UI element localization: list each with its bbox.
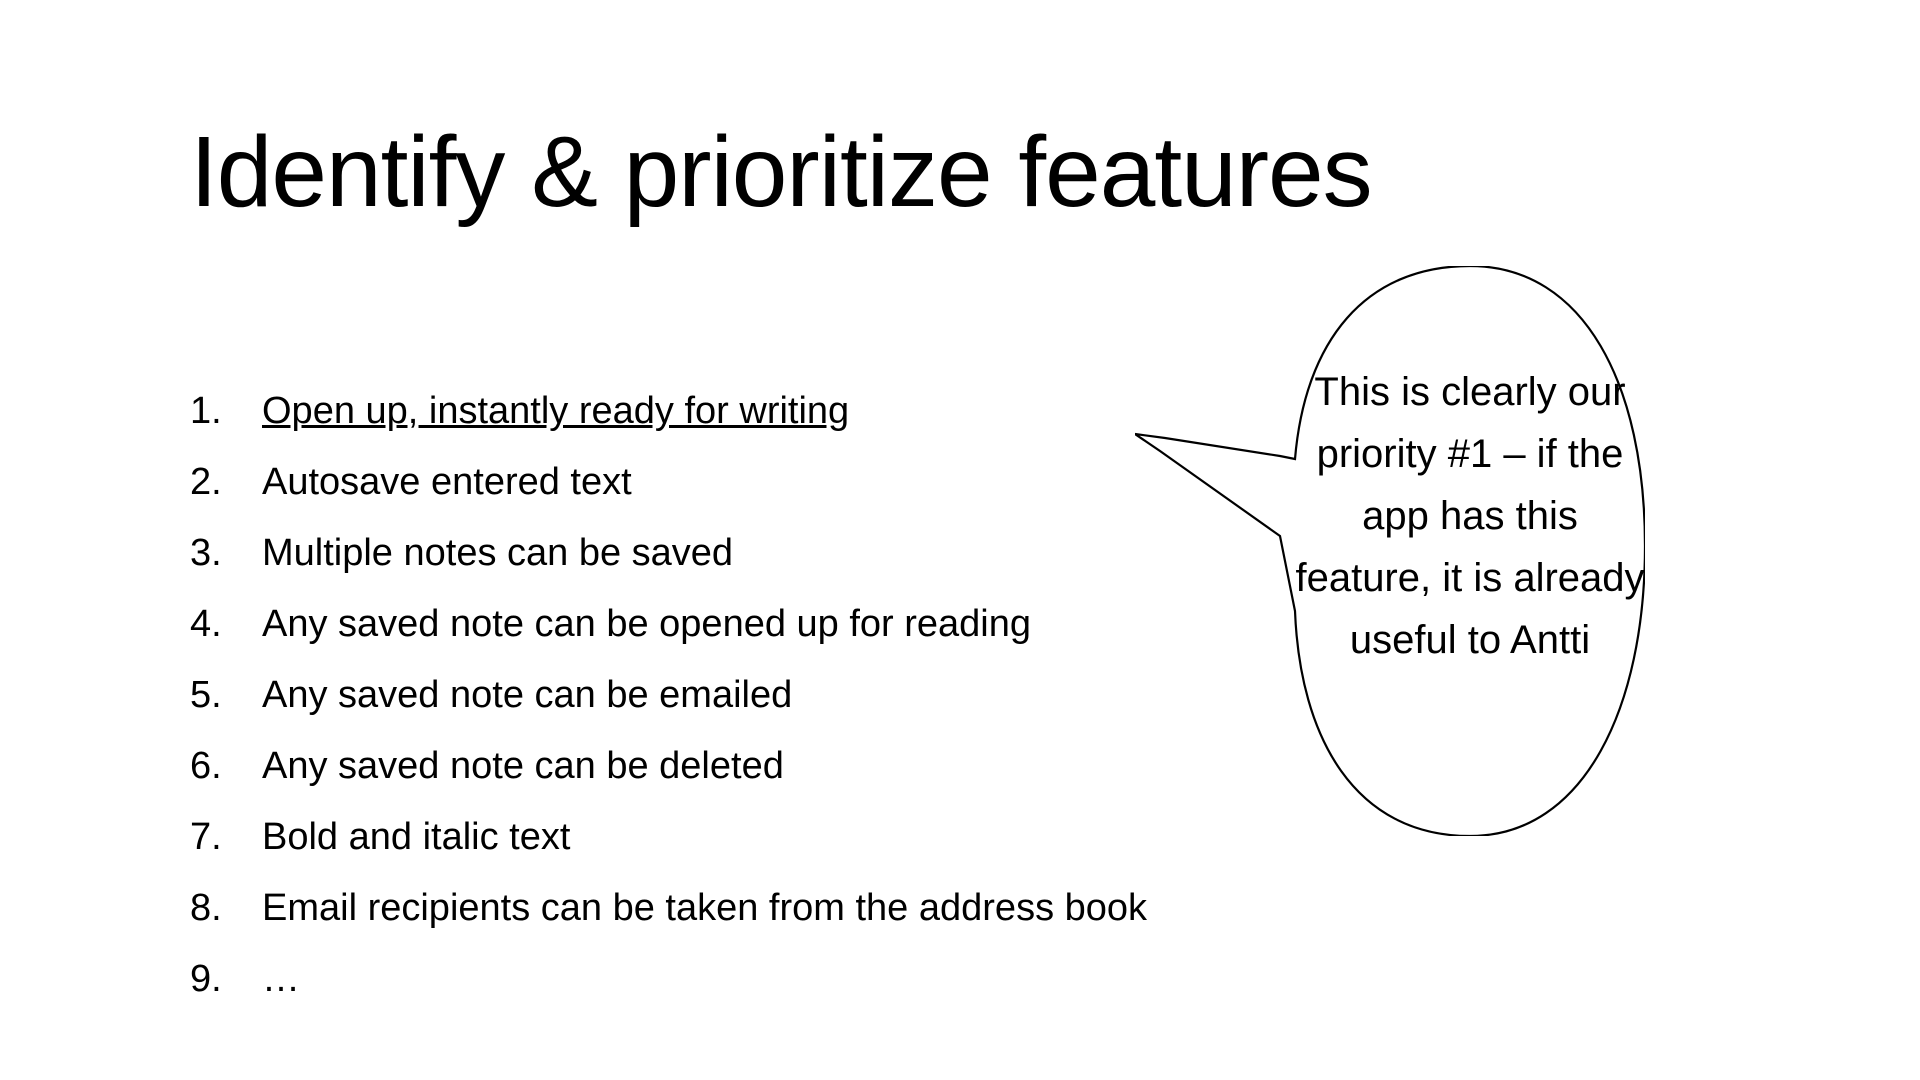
speech-bubble-icon (1135, 266, 1645, 836)
list-item: 7. Bold and italic text (190, 816, 1147, 859)
list-text: Multiple notes can be saved (262, 532, 733, 575)
list-item: 6. Any saved note can be deleted (190, 745, 1147, 788)
list-number: 4. (190, 603, 262, 646)
list-text: Open up, instantly ready for writing (262, 390, 849, 433)
list-text: Any saved note can be emailed (262, 674, 792, 717)
list-text: Bold and italic text (262, 816, 570, 859)
list-item: 2. Autosave entered text (190, 461, 1147, 504)
slide-title: Identify & prioritize features (190, 115, 1372, 230)
feature-list: 1. Open up, instantly ready for writing … (190, 390, 1147, 1029)
list-number: 5. (190, 674, 262, 717)
list-number: 3. (190, 532, 262, 575)
list-text: … (262, 958, 300, 1001)
list-number: 9. (190, 958, 262, 1001)
list-item: 8. Email recipients can be taken from th… (190, 887, 1147, 930)
list-text: Any saved note can be opened up for read… (262, 603, 1031, 646)
list-number: 1. (190, 390, 262, 433)
list-item: 9. … (190, 958, 1147, 1001)
list-item: 4. Any saved note can be opened up for r… (190, 603, 1147, 646)
list-number: 8. (190, 887, 262, 930)
list-number: 6. (190, 745, 262, 788)
list-text: Autosave entered text (262, 461, 632, 504)
list-item: 5. Any saved note can be emailed (190, 674, 1147, 717)
callout-text: This is clearly our priority #1 – if the… (1295, 361, 1645, 671)
speech-bubble-callout: This is clearly our priority #1 – if the… (1135, 266, 1645, 826)
list-text: Any saved note can be deleted (262, 745, 784, 788)
list-item: 1. Open up, instantly ready for writing (190, 390, 1147, 433)
list-number: 7. (190, 816, 262, 859)
list-number: 2. (190, 461, 262, 504)
list-item: 3. Multiple notes can be saved (190, 532, 1147, 575)
list-text: Email recipients can be taken from the a… (262, 887, 1147, 930)
